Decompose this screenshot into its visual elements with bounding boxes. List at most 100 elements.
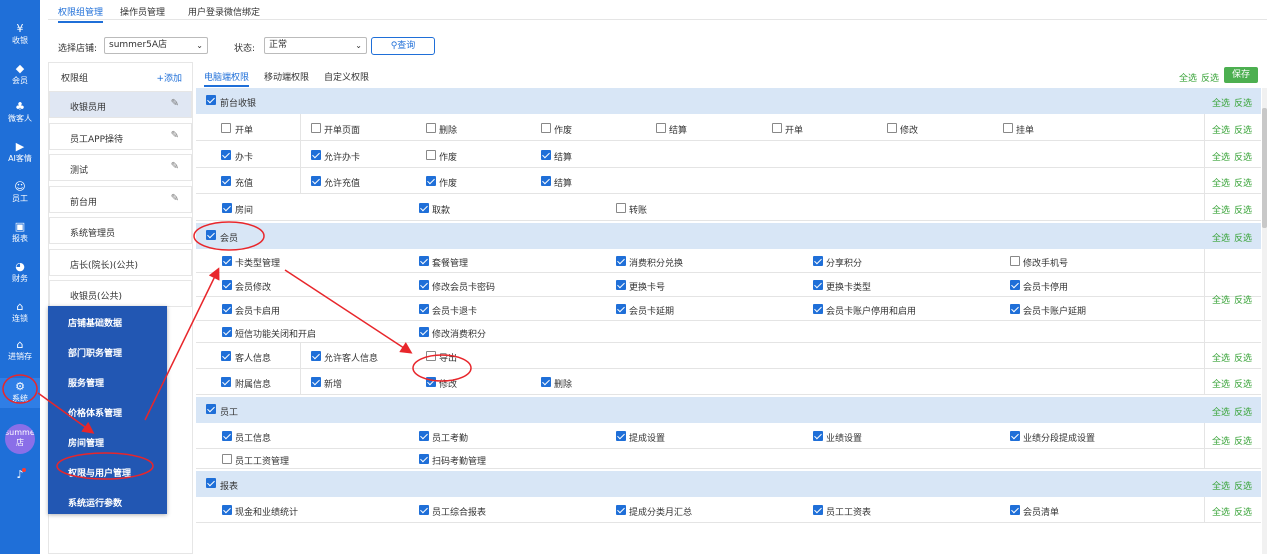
- section-checkbox[interactable]: [206, 95, 216, 105]
- nav-item-4[interactable]: ☺ 员工: [0, 178, 40, 208]
- select-all-link[interactable]: 全选: [1212, 479, 1230, 492]
- nav-item-1[interactable]: ◆ 会员: [0, 60, 40, 90]
- group-item[interactable]: 收银员(公共): [49, 280, 192, 307]
- popup-menu-item[interactable]: 服务管理: [68, 376, 104, 389]
- scrollbar-thumb[interactable]: [1262, 108, 1267, 228]
- section-checkbox[interactable]: [206, 478, 216, 488]
- popup-menu-item[interactable]: 价格体系管理: [68, 406, 122, 419]
- item-checkbox[interactable]: [222, 304, 232, 314]
- invert-link[interactable]: 反选: [1234, 293, 1252, 306]
- select-all-link[interactable]: 全选: [1212, 351, 1230, 364]
- pencil-icon[interactable]: ✎: [171, 161, 179, 172]
- item-checkbox[interactable]: [616, 304, 626, 314]
- select-all-link[interactable]: 全选: [1212, 123, 1230, 136]
- nav-item-6[interactable]: ◕ 财务: [0, 258, 40, 288]
- invert-link[interactable]: 反选: [1234, 203, 1252, 216]
- select-all-link[interactable]: 全选: [1212, 434, 1230, 447]
- nav-item-9[interactable]: ⚙ 系统: [0, 378, 40, 408]
- invert-link[interactable]: 反选: [1234, 405, 1252, 418]
- item-checkbox[interactable]: [813, 280, 823, 290]
- item-checkbox[interactable]: [222, 203, 232, 213]
- invert-link[interactable]: 反选: [1234, 231, 1252, 244]
- item-checkbox[interactable]: [616, 280, 626, 290]
- group-item[interactable]: 测试 ✎: [49, 154, 192, 181]
- item-checkbox[interactable]: [541, 150, 551, 160]
- section-checkbox[interactable]: [206, 404, 216, 414]
- sub-tab-1[interactable]: 移动端权限: [264, 70, 309, 83]
- invert-link[interactable]: 反选: [1234, 96, 1252, 109]
- invert-link[interactable]: 反选: [1234, 351, 1252, 364]
- popup-menu-item[interactable]: 系统运行参数: [68, 496, 122, 509]
- item-checkbox[interactable]: [419, 431, 429, 441]
- scrollbar[interactable]: [1262, 88, 1267, 554]
- pencil-icon[interactable]: ✎: [171, 130, 179, 141]
- item-checkbox[interactable]: [311, 377, 321, 387]
- group-item[interactable]: 店长(院长)(公共): [49, 248, 192, 276]
- avatar[interactable]: summer5A店: [5, 424, 35, 454]
- sub-tab-2[interactable]: 自定义权限: [324, 70, 369, 83]
- item-checkbox[interactable]: [1010, 280, 1020, 290]
- invert-link[interactable]: 反选: [1234, 123, 1252, 136]
- sub-tab-0[interactable]: 电脑端权限: [204, 70, 250, 87]
- group-item[interactable]: 前台用 ✎: [49, 185, 192, 213]
- item-checkbox[interactable]: [419, 304, 429, 314]
- item-checkbox[interactable]: [813, 431, 823, 441]
- nav-item-7[interactable]: ⌂ 连锁: [0, 298, 40, 328]
- nav-item-5[interactable]: ▣ 报表: [0, 218, 40, 248]
- query-button[interactable]: ⚲查询: [371, 37, 435, 55]
- item-checkbox[interactable]: [311, 176, 321, 186]
- nav-item-2[interactable]: ♣ 微客人: [0, 98, 40, 128]
- item-checkbox[interactable]: [419, 327, 429, 337]
- item-checkbox[interactable]: [222, 505, 232, 515]
- item-checkbox[interactable]: [772, 123, 782, 133]
- item-checkbox[interactable]: [222, 431, 232, 441]
- item-checkbox[interactable]: [887, 123, 897, 133]
- group-item[interactable]: 员工APP操待 ✎: [49, 122, 192, 150]
- select-all-link[interactable]: 全选: [1179, 71, 1197, 84]
- invert-link[interactable]: 反选: [1234, 505, 1252, 518]
- invert-link[interactable]: 反选: [1234, 434, 1252, 447]
- row-checkbox[interactable]: [221, 176, 231, 186]
- item-checkbox[interactable]: [616, 431, 626, 441]
- item-checkbox[interactable]: [222, 256, 232, 266]
- item-checkbox[interactable]: [616, 505, 626, 515]
- add-group-button[interactable]: +添加: [156, 71, 182, 84]
- invert-link[interactable]: 反选: [1234, 377, 1252, 390]
- item-checkbox[interactable]: [1010, 505, 1020, 515]
- row-checkbox[interactable]: [221, 377, 231, 387]
- popup-menu-item[interactable]: 店铺基础数据: [68, 316, 122, 329]
- item-checkbox[interactable]: [222, 454, 232, 464]
- item-checkbox[interactable]: [541, 377, 551, 387]
- invert-link[interactable]: 反选: [1234, 479, 1252, 492]
- save-button[interactable]: 保存: [1224, 67, 1258, 83]
- item-checkbox[interactable]: [426, 150, 436, 160]
- item-checkbox[interactable]: [813, 304, 823, 314]
- item-checkbox[interactable]: [419, 203, 429, 213]
- row-checkbox[interactable]: [221, 150, 231, 160]
- item-checkbox[interactable]: [616, 203, 626, 213]
- popup-menu-item[interactable]: 房间管理: [68, 436, 104, 449]
- item-checkbox[interactable]: [813, 505, 823, 515]
- item-checkbox[interactable]: [541, 176, 551, 186]
- nav-item-8[interactable]: ⌂ 进销存: [0, 336, 40, 366]
- popup-menu-item[interactable]: 部门职务管理: [68, 346, 122, 359]
- invert-link[interactable]: 反选: [1234, 176, 1252, 189]
- tab-top-2[interactable]: 用户登录微信绑定: [188, 5, 260, 18]
- group-item[interactable]: 系统管理员: [49, 217, 192, 244]
- item-checkbox[interactable]: [1003, 123, 1013, 133]
- item-checkbox[interactable]: [311, 150, 321, 160]
- item-checkbox[interactable]: [419, 454, 429, 464]
- item-checkbox[interactable]: [426, 351, 436, 361]
- select-all-link[interactable]: 全选: [1212, 405, 1230, 418]
- tab-top-1[interactable]: 操作员管理: [120, 5, 165, 18]
- status-select[interactable]: 正常 ⌄: [264, 37, 367, 54]
- select-all-link[interactable]: 全选: [1212, 150, 1230, 163]
- select-all-link[interactable]: 全选: [1212, 231, 1230, 244]
- select-all-link[interactable]: 全选: [1212, 505, 1230, 518]
- row-checkbox[interactable]: [221, 123, 231, 133]
- section-checkbox[interactable]: [206, 230, 216, 240]
- item-checkbox[interactable]: [419, 505, 429, 515]
- invert-link[interactable]: 反选: [1234, 150, 1252, 163]
- bell-icon[interactable]: ♪: [12, 468, 28, 484]
- select-all-link[interactable]: 全选: [1212, 176, 1230, 189]
